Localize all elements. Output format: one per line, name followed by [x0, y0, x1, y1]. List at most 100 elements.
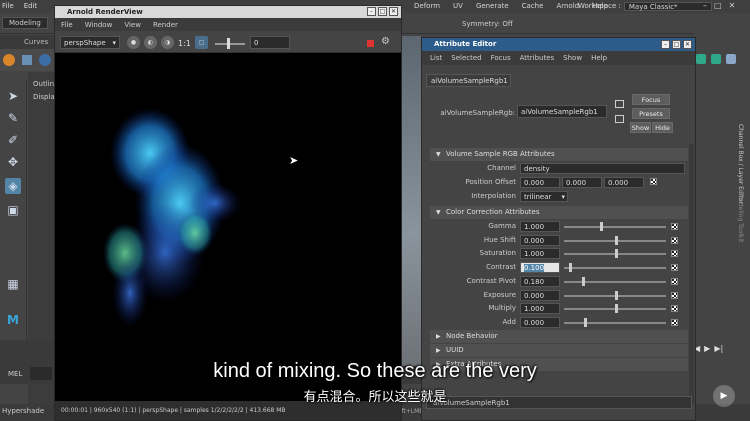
outliner-menu[interactable]: Outlin: [33, 80, 54, 88]
viewport-background[interactable]: [401, 36, 421, 366]
ae-menu-list[interactable]: List: [430, 54, 442, 62]
slider-handle[interactable]: [569, 263, 573, 273]
render-canvas[interactable]: ➤: [55, 53, 401, 401]
section-uuid[interactable]: ▶ UUID: [430, 344, 688, 357]
rv-menu-view[interactable]: View: [124, 21, 141, 29]
position-offset-z[interactable]: 0.000: [604, 177, 644, 188]
uv-icon[interactable]: [696, 54, 706, 64]
close-icon[interactable]: ✕: [683, 40, 692, 49]
rv-menu-window[interactable]: Window: [85, 21, 113, 29]
node-name-input[interactable]: aiVolumeSampleRgb1: [517, 105, 607, 118]
maximize-icon[interactable]: □: [378, 7, 387, 16]
stop-render-button[interactable]: [367, 40, 374, 47]
color-attr-slider[interactable]: [564, 267, 666, 270]
color-attr-input[interactable]: 0.100: [520, 262, 560, 274]
play-icon[interactable]: ▶: [704, 344, 710, 353]
menu-file[interactable]: File: [2, 2, 14, 10]
modeling-toolkit-tab[interactable]: Modeling Toolkit: [737, 194, 744, 242]
section-volume-sample-rgb[interactable]: ▼ Volume Sample RGB Attributes: [430, 148, 688, 161]
color-attr-slider[interactable]: [564, 226, 666, 228]
rv-menu-render[interactable]: Render: [153, 21, 178, 29]
menu-edit[interactable]: Edit: [24, 2, 38, 10]
color-attr-input[interactable]: 1.000: [520, 221, 560, 232]
show-button[interactable]: Show: [630, 122, 651, 133]
play-overlay-icon[interactable]: ▶: [713, 385, 735, 407]
hide-button[interactable]: Hide: [652, 122, 673, 133]
maximize-icon[interactable]: □: [714, 1, 722, 10]
layout-icon[interactable]: ▦: [5, 276, 21, 292]
presets-button[interactable]: Presets: [632, 108, 670, 119]
crop-region-icon[interactable]: ▢: [195, 36, 208, 49]
color-attr-input[interactable]: 1.000: [520, 248, 560, 260]
next-key-icon[interactable]: ▶|: [714, 344, 723, 353]
color-attr-input[interactable]: 0.000: [520, 289, 560, 301]
menu-cache[interactable]: Cache: [522, 2, 544, 10]
channel-box-tab[interactable]: Channel Box / Layer Editor: [737, 124, 744, 204]
exposure-slider[interactable]: [215, 43, 245, 45]
section-node-behavior[interactable]: ▶ Node Behavior: [430, 330, 688, 343]
shelf-tab-curves[interactable]: Curves: [24, 38, 48, 46]
display-icon[interactable]: ◐: [144, 36, 157, 49]
input-connection-icon[interactable]: [615, 100, 624, 108]
color-attr-input[interactable]: 1.000: [520, 303, 560, 315]
rv-menu-file[interactable]: File: [61, 21, 73, 29]
gear-icon[interactable]: ⚙: [381, 36, 390, 47]
map-button-icon[interactable]: [671, 223, 678, 230]
slider-handle[interactable]: [584, 317, 588, 327]
menu-generate[interactable]: Generate: [476, 2, 509, 10]
workspace-dropdown[interactable]: Maya Classic*: [623, 2, 712, 11]
map-button-icon[interactable]: [671, 291, 678, 299]
slider-handle[interactable]: [615, 249, 618, 259]
section-color-correction[interactable]: ▼ Color Correction Attributes: [430, 206, 688, 219]
mode-dropdown[interactable]: Modeling: [2, 17, 48, 29]
display-menu[interactable]: Displa: [33, 93, 55, 101]
ae-menu-help[interactable]: Help: [591, 54, 607, 62]
ae-menu-show[interactable]: Show: [563, 54, 582, 62]
menu-arnold[interactable]: Arnold: [556, 2, 579, 10]
attribute-editor-titlebar[interactable]: Attribute Editor – □ ✕: [422, 38, 695, 51]
rotate-icon[interactable]: ◈: [5, 178, 21, 194]
map-button-icon[interactable]: [671, 236, 678, 244]
close-icon[interactable]: ✕: [729, 1, 736, 10]
color-attr-input[interactable]: 0.180: [520, 275, 560, 287]
menu-uv[interactable]: UV: [453, 2, 463, 10]
hypershade-tab[interactable]: Hypershade: [2, 407, 44, 415]
map-button-icon[interactable]: [671, 250, 678, 258]
position-offset-y[interactable]: 0.000: [562, 177, 602, 188]
color-attr-slider[interactable]: [564, 321, 666, 324]
zoom-ratio[interactable]: 1:1: [178, 39, 191, 48]
output-connection-icon[interactable]: [615, 115, 624, 123]
minimize-icon[interactable]: –: [661, 40, 670, 49]
exposure-input[interactable]: 0: [250, 36, 290, 49]
minimize-icon[interactable]: –: [703, 1, 707, 10]
map-button-icon[interactable]: [671, 318, 678, 326]
scale-icon[interactable]: ▣: [5, 202, 21, 218]
lasso-icon[interactable]: ✎: [5, 110, 21, 126]
minimize-icon[interactable]: –: [367, 7, 376, 16]
ae-menu-selected[interactable]: Selected: [451, 54, 481, 62]
interpolation-dropdown[interactable]: trilinear ▾: [520, 191, 568, 202]
menu-deform[interactable]: Deform: [414, 2, 440, 10]
map-button-icon[interactable]: [650, 178, 657, 185]
map-button-icon[interactable]: [671, 264, 678, 272]
ae-menu-focus[interactable]: Focus: [491, 54, 511, 62]
exposure-slider-handle[interactable]: [227, 38, 230, 49]
focus-button[interactable]: Focus: [632, 94, 670, 105]
node-tab[interactable]: aiVolumeSampleRgb1: [426, 74, 511, 87]
uv-tool-icon[interactable]: [711, 54, 721, 64]
sculpt-icon[interactable]: [726, 54, 736, 64]
color-attr-input[interactable]: 0.000: [520, 234, 560, 246]
position-offset-x[interactable]: 0.000: [520, 177, 560, 188]
color-attr-slider[interactable]: [564, 280, 666, 283]
color-attr-input[interactable]: 0.000: [520, 316, 560, 328]
map-button-icon[interactable]: [671, 305, 678, 313]
renderview-titlebar[interactable]: Arnold RenderView – □ ✕: [55, 6, 401, 18]
arrow-icon[interactable]: ➤: [5, 88, 21, 104]
rgb-channel-icon[interactable]: ●: [127, 36, 140, 49]
move-icon[interactable]: ✥: [5, 154, 21, 170]
camera-dropdown[interactable]: perspShape ▾: [60, 36, 120, 49]
map-button-icon[interactable]: [671, 277, 678, 285]
symmetry-setting[interactable]: Symmetry: Off: [462, 20, 513, 28]
paint-icon[interactable]: ✐: [5, 132, 21, 148]
slider-handle[interactable]: [615, 290, 618, 300]
